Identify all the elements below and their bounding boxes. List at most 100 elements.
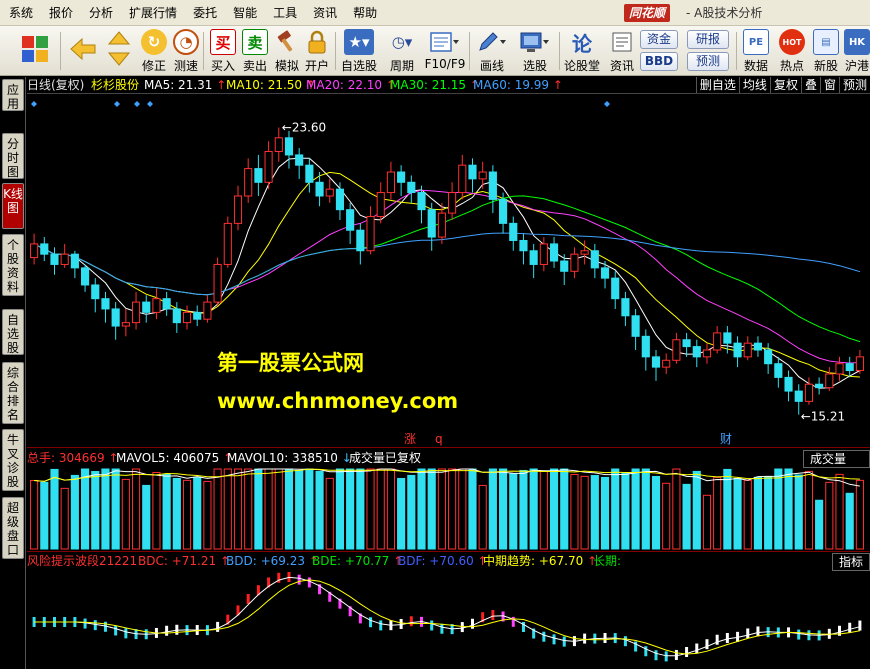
price-chart[interactable]: ←23.60 ←15.21 涨 q 财 bbox=[27, 77, 870, 669]
tab-kline[interactable]: K线图 bbox=[2, 183, 24, 229]
hk-connect-button[interactable]: HK 沪港 bbox=[844, 28, 870, 74]
tab-stock-profile[interactable]: 个股资料 bbox=[2, 234, 24, 296]
candle bbox=[733, 336, 742, 368]
volume-bar bbox=[794, 474, 803, 550]
hammer-icon bbox=[274, 29, 300, 55]
lock-icon bbox=[304, 29, 330, 55]
candle bbox=[478, 161, 487, 190]
event-markers bbox=[31, 101, 610, 107]
candle bbox=[570, 247, 579, 279]
hk-connect-label: 沪港 bbox=[844, 59, 869, 73]
menu-help[interactable]: 帮助 bbox=[344, 0, 384, 26]
volume-bar bbox=[295, 469, 304, 550]
speed-test-button[interactable]: ◔ 测速 bbox=[168, 28, 204, 74]
period-button[interactable]: ◷▾ 周期 bbox=[383, 28, 421, 74]
open-account-button[interactable]: 开户 bbox=[299, 28, 335, 74]
candle bbox=[529, 243, 538, 279]
research-button[interactable]: 研报 bbox=[687, 30, 729, 49]
total-volume: 总手: 304669 ↑ bbox=[27, 451, 119, 465]
watchlist-label: 自选股 bbox=[340, 59, 377, 73]
volume-bar bbox=[233, 468, 243, 550]
forum-label: 论股堂 bbox=[563, 59, 600, 73]
menu-analysis[interactable]: 分析 bbox=[80, 0, 120, 26]
candle bbox=[468, 158, 477, 193]
volume-bar bbox=[743, 479, 752, 550]
f10-button[interactable]: F10/F9 bbox=[424, 28, 466, 74]
watchlist-button[interactable]: ★▾ 自选股 bbox=[338, 28, 380, 74]
volume-bar bbox=[264, 468, 273, 550]
volume-bar bbox=[182, 479, 192, 550]
stock-picker-button[interactable]: 选股 bbox=[514, 28, 556, 74]
volume-bar bbox=[325, 477, 334, 550]
draw-line-button[interactable]: 画线 bbox=[472, 28, 512, 74]
bbd-button[interactable]: BBD bbox=[640, 52, 678, 71]
candle bbox=[784, 370, 793, 402]
back-button[interactable] bbox=[64, 28, 102, 74]
menu-news[interactable]: 资讯 bbox=[304, 0, 344, 26]
tab-apps[interactable]: 应用 bbox=[2, 79, 24, 111]
candle bbox=[549, 237, 559, 268]
forecast-button[interactable]: 预测 bbox=[687, 52, 729, 71]
menu-quote[interactable]: 报价 bbox=[40, 0, 80, 26]
bdc-value: BDC: +71.21 ↑ bbox=[138, 554, 231, 568]
candle bbox=[407, 175, 416, 203]
candle bbox=[305, 158, 314, 193]
candle bbox=[672, 332, 681, 364]
ma60-line bbox=[33, 232, 861, 296]
candle bbox=[233, 185, 243, 231]
correct-button[interactable]: ↻ 修正 bbox=[136, 28, 172, 74]
draw-line-label: 画线 bbox=[479, 59, 504, 73]
candle bbox=[825, 367, 834, 392]
candle bbox=[131, 291, 141, 330]
volume-bar bbox=[651, 475, 661, 550]
volume-bar bbox=[713, 476, 722, 550]
volume-button[interactable]: 成交量 bbox=[803, 450, 870, 468]
volume-bar bbox=[519, 469, 528, 550]
volume-bar bbox=[121, 478, 130, 550]
forum-button[interactable]: 论 论股堂 bbox=[562, 28, 602, 74]
tab-watchlist[interactable]: 自选股 bbox=[2, 309, 24, 355]
sell-button[interactable]: 卖 卖出 bbox=[237, 28, 273, 74]
fund-button[interactable]: 资金 bbox=[640, 30, 678, 49]
menu-system[interactable]: 系统 bbox=[0, 0, 40, 26]
ipo-icon: ▤ bbox=[813, 29, 839, 55]
ipo-button[interactable]: ▤ 新股 bbox=[810, 28, 842, 74]
hot-button[interactable]: HOT 热点 bbox=[776, 28, 808, 74]
f10-label: F10/F9 bbox=[424, 57, 466, 71]
volume-bar bbox=[193, 476, 202, 550]
tab-diagnosis[interactable]: 牛叉诊股 bbox=[2, 429, 24, 491]
open-account-label: 开户 bbox=[304, 59, 329, 73]
layout-button[interactable] bbox=[14, 28, 56, 74]
volume-bar bbox=[152, 471, 161, 550]
menu-smart[interactable]: 智能 bbox=[224, 0, 264, 26]
menu-trade[interactable]: 委托 bbox=[184, 0, 224, 26]
volume-bar bbox=[91, 471, 100, 550]
data-button[interactable]: PE 数据 bbox=[740, 28, 772, 74]
menu-extended-market[interactable]: 扩展行情 bbox=[120, 0, 184, 26]
candle bbox=[641, 329, 650, 371]
volume-bar bbox=[60, 487, 69, 550]
up-down-button[interactable] bbox=[106, 28, 132, 74]
volume-bar bbox=[172, 477, 181, 550]
speed-test-label: 测速 bbox=[173, 59, 198, 73]
buy-button[interactable]: 买 买入 bbox=[205, 28, 241, 74]
tab-super-orderbook[interactable]: 超级盘口 bbox=[2, 497, 24, 559]
candle bbox=[284, 130, 294, 169]
tab-rankings[interactable]: 综合排名 bbox=[2, 362, 24, 424]
mavol10-value: MAVOL10: 338510 ↓ bbox=[227, 451, 352, 465]
volume-bar bbox=[692, 470, 701, 550]
volume-bar bbox=[590, 475, 599, 550]
correct-icon: ↻ bbox=[141, 29, 167, 55]
menu-tools[interactable]: 工具 bbox=[264, 0, 304, 26]
ma30-line bbox=[33, 195, 861, 343]
candle bbox=[590, 243, 599, 279]
indicator-help-button[interactable]: 指标说 bbox=[832, 553, 870, 571]
back-arrow-icon bbox=[68, 34, 98, 64]
news-button[interactable]: 资讯 bbox=[604, 28, 640, 74]
candle bbox=[203, 295, 212, 323]
candle bbox=[519, 233, 528, 265]
tab-timeshare[interactable]: 分时图 bbox=[2, 133, 24, 179]
volume-bar bbox=[335, 468, 345, 550]
mavol5-value: MAVOL5: 406075 ↑ bbox=[116, 451, 234, 465]
volume-bar bbox=[223, 468, 232, 550]
